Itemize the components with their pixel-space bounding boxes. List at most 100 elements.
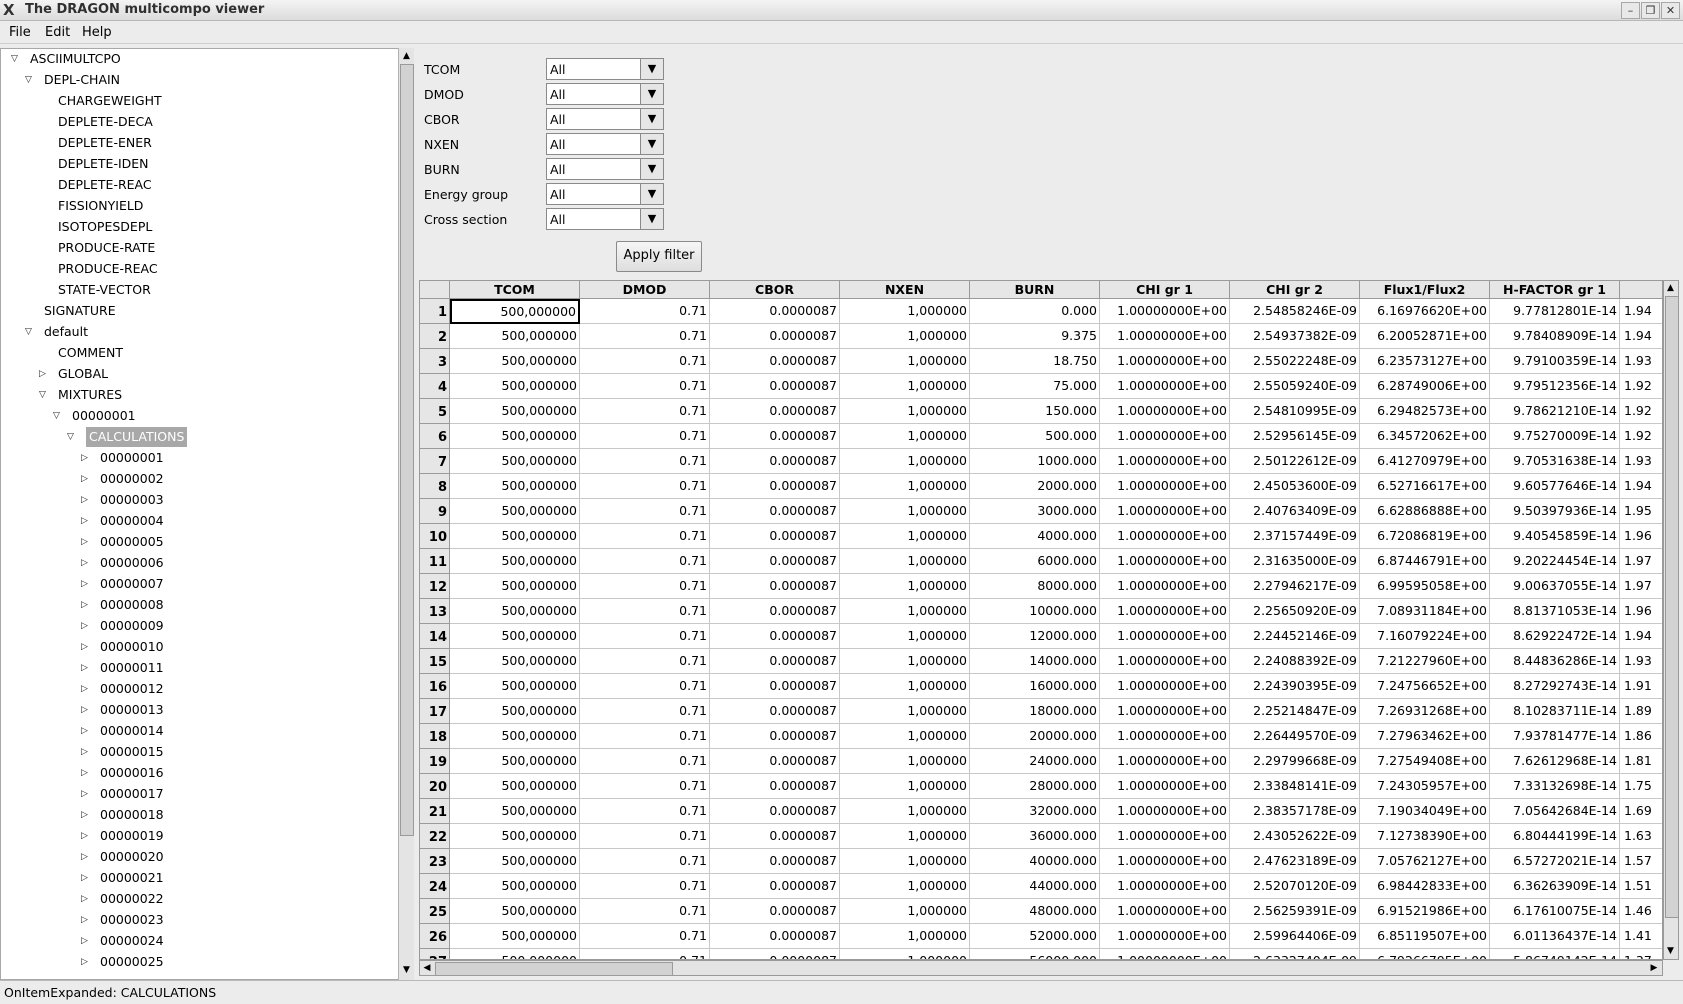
scroll-down-icon[interactable]: ▼ — [401, 964, 412, 976]
table-cell[interactable]: 500,000000 — [450, 324, 580, 349]
table-cell[interactable]: 2.40763409E-09 — [1230, 499, 1360, 524]
collapsed-triangle-icon[interactable]: ▷ — [81, 558, 91, 568]
table-cell[interactable]: 1.57 — [1620, 849, 1662, 874]
tree-node-label[interactable]: 00000014 — [100, 721, 164, 741]
table-cell[interactable]: 0.000 — [970, 299, 1100, 324]
tree-scrollbar[interactable]: ▲ ▼ — [398, 48, 414, 980]
table-cell[interactable]: 0.71 — [580, 649, 710, 674]
table-cell[interactable]: 2.47623189E-09 — [1230, 849, 1360, 874]
dropdown-arrow-icon[interactable]: ▼ — [640, 134, 663, 154]
table-cell[interactable]: 150.000 — [970, 399, 1100, 424]
table-cell[interactable]: 7.24756652E+00 — [1360, 674, 1490, 699]
table-cell[interactable]: 2.25214847E-09 — [1230, 699, 1360, 724]
table-cell[interactable]: 0.0000087 — [710, 624, 840, 649]
table-cell[interactable]: 6.91521986E+00 — [1360, 899, 1490, 924]
filter-dropdown[interactable]: All ▼ — [546, 183, 664, 205]
table-cell[interactable]: 1,000000 — [840, 649, 970, 674]
table-cell[interactable]: 1,000000 — [840, 749, 970, 774]
table-cell[interactable]: 1.93 — [1620, 349, 1662, 374]
table-cell[interactable]: 7.05762127E+00 — [1360, 849, 1490, 874]
tree-node-label[interactable]: 00000001 — [72, 406, 136, 426]
table-cell[interactable]: 7.19034049E+00 — [1360, 799, 1490, 824]
tree-node-label[interactable]: 00000006 — [100, 553, 164, 573]
table-cell[interactable]: 2.26449570E-09 — [1230, 724, 1360, 749]
grid-corner[interactable] — [420, 281, 450, 299]
table-cell[interactable]: 0.71 — [580, 324, 710, 349]
table-cell[interactable]: 500,000000 — [450, 949, 580, 959]
expanded-triangle-icon[interactable]: ▽ — [39, 390, 49, 400]
dropdown-arrow-icon[interactable]: ▼ — [640, 84, 663, 104]
table-cell[interactable]: 10000.000 — [970, 599, 1100, 624]
tree-node-label[interactable]: 00000003 — [100, 490, 164, 510]
tree-node-label[interactable]: 00000021 — [100, 868, 164, 888]
table-cell[interactable]: 6.99595058E+00 — [1360, 574, 1490, 599]
table-cell[interactable]: 0.71 — [580, 449, 710, 474]
tree-node-label[interactable]: PRODUCE-REAC — [58, 259, 158, 279]
table-cell[interactable]: 500,000000 — [450, 574, 580, 599]
table-cell[interactable]: 500,000000 — [450, 899, 580, 924]
tree-scrollbar-thumb[interactable] — [400, 64, 414, 836]
table-cell[interactable]: 1.00000000E+00 — [1100, 449, 1230, 474]
table-cell[interactable]: 8.62922472E-14 — [1490, 624, 1620, 649]
expanded-triangle-icon[interactable]: ▽ — [25, 327, 35, 337]
collapsed-triangle-icon[interactable]: ▷ — [81, 579, 91, 589]
menu-help[interactable]: Help — [82, 25, 112, 40]
table-cell[interactable]: 0.71 — [580, 874, 710, 899]
table-cell[interactable]: 0.71 — [580, 924, 710, 949]
table-cell[interactable]: 0.71 — [580, 299, 710, 324]
table-cell[interactable]: 1.89 — [1620, 699, 1662, 724]
table-cell[interactable]: 1.94 — [1620, 474, 1662, 499]
collapsed-triangle-icon[interactable]: ▷ — [81, 663, 91, 673]
table-cell[interactable]: 6.72086819E+00 — [1360, 524, 1490, 549]
table-cell[interactable]: 1.00000000E+00 — [1100, 524, 1230, 549]
row-header[interactable]: 16 — [420, 674, 450, 699]
collapsed-triangle-icon[interactable]: ▷ — [81, 747, 91, 757]
table-cell[interactable]: 1.00000000E+00 — [1100, 599, 1230, 624]
table-cell[interactable]: 1,000000 — [840, 899, 970, 924]
table-cell[interactable]: 16000.000 — [970, 674, 1100, 699]
collapsed-triangle-icon[interactable]: ▷ — [81, 936, 91, 946]
filter-dropdown[interactable]: All ▼ — [546, 83, 664, 105]
table-cell[interactable]: 1.00000000E+00 — [1100, 774, 1230, 799]
table-cell[interactable]: 0.71 — [580, 499, 710, 524]
expanded-triangle-icon[interactable]: ▽ — [25, 75, 35, 85]
tree-node-label[interactable]: 00000011 — [100, 658, 164, 678]
table-cell[interactable]: 0.0000087 — [710, 849, 840, 874]
row-header[interactable]: 5 — [420, 399, 450, 424]
table-cell[interactable]: 500,000000 — [450, 299, 580, 324]
table-cell[interactable]: 9.78408909E-14 — [1490, 324, 1620, 349]
table-cell[interactable]: 1.00000000E+00 — [1100, 799, 1230, 824]
dropdown-arrow-icon[interactable]: ▼ — [640, 109, 663, 129]
tree-view[interactable]: ▽ ASCIIMULTCPO ▽ DEPL-CHAIN CHARGEWEIGHT DEPL… — [0, 48, 414, 980]
table-cell[interactable]: 0.71 — [580, 599, 710, 624]
collapsed-triangle-icon[interactable]: ▷ — [81, 894, 91, 904]
table-cell[interactable]: 1,000000 — [840, 399, 970, 424]
table-cell[interactable]: 0.0000087 — [710, 474, 840, 499]
dropdown-arrow-icon[interactable]: ▼ — [640, 159, 663, 179]
column-header[interactable]: CHI gr 2 — [1230, 281, 1360, 299]
menu-edit[interactable]: Edit — [45, 25, 70, 40]
table-cell[interactable]: 6.23573127E+00 — [1360, 349, 1490, 374]
tree-node-label[interactable]: FISSIONYIELD — [58, 196, 143, 216]
table-cell[interactable]: 8.10283711E-14 — [1490, 699, 1620, 724]
table-cell[interactable]: 36000.000 — [970, 824, 1100, 849]
collapsed-triangle-icon[interactable]: ▷ — [39, 369, 49, 379]
table-cell[interactable]: 1,000000 — [840, 424, 970, 449]
table-cell[interactable]: 18.750 — [970, 349, 1100, 374]
table-cell[interactable]: 0.0000087 — [710, 324, 840, 349]
table-cell[interactable]: 9.79512356E-14 — [1490, 374, 1620, 399]
table-cell[interactable]: 7.62612968E-14 — [1490, 749, 1620, 774]
column-header[interactable]: H-FA — [1620, 281, 1662, 299]
table-cell[interactable]: 0.0000087 — [710, 774, 840, 799]
table-cell[interactable]: 8000.000 — [970, 574, 1100, 599]
row-header[interactable]: 1 — [420, 299, 450, 324]
table-cell[interactable]: 1.00000000E+00 — [1100, 374, 1230, 399]
table-cell[interactable]: 1,000000 — [840, 674, 970, 699]
tree-node-label[interactable]: 00000008 — [100, 595, 164, 615]
tree-node-label[interactable]: COMMENT — [58, 343, 123, 363]
table-cell[interactable]: 6.62886888E+00 — [1360, 499, 1490, 524]
column-header[interactable]: CBOR — [710, 281, 840, 299]
table-cell[interactable]: 1.81 — [1620, 749, 1662, 774]
table-cell[interactable]: 1.00000000E+00 — [1100, 849, 1230, 874]
table-cell[interactable]: 2.31635000E-09 — [1230, 549, 1360, 574]
